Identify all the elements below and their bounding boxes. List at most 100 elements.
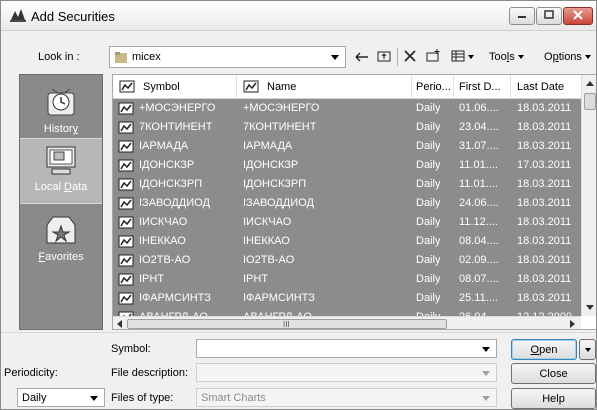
cell-first-date: 23.04.... xyxy=(459,121,499,133)
cell-symbol: IO2TB-AO xyxy=(139,254,191,266)
cell-period: Daily xyxy=(416,197,441,209)
periodicity-select[interactable]: Daily xyxy=(17,388,105,407)
symbol-input[interactable] xyxy=(196,339,497,358)
scroll-up-icon[interactable] xyxy=(586,81,594,86)
column-header-period[interactable]: Perio... xyxy=(412,75,454,99)
table-row[interactable]: IДОНСКЗР IДОНСКЗР Daily 11.01.... 17.03.2011 xyxy=(113,156,581,175)
table-row[interactable]: IИСКЧАО IИСКЧАО Daily 11.12.... 18.03.2011 xyxy=(113,213,581,232)
chart-icon xyxy=(118,101,134,118)
close-window-button[interactable] xyxy=(563,7,593,25)
chart-icon xyxy=(118,291,134,308)
table-row[interactable]: IФАРМСИНТЗ IФАРМСИНТЗ Daily 25.11.... 18.03.… xyxy=(113,289,581,308)
cell-period: Daily xyxy=(416,292,441,304)
back-button[interactable] xyxy=(352,46,372,68)
periodicity-label: Periodicity: xyxy=(4,367,58,379)
file-description-label: File description: xyxy=(111,367,189,379)
table-row[interactable]: IPHT IPHT Daily 08.07.... 18.03.2011 xyxy=(113,270,581,289)
table-row[interactable]: АВАНГРД-АОАВАНГРД-АОDaily26.04....12.12.… xyxy=(113,308,581,316)
cell-period: Daily xyxy=(416,159,441,171)
view-menu-icon xyxy=(451,50,465,65)
column-header-first-date[interactable]: First D... xyxy=(454,75,511,99)
divider xyxy=(1,332,596,333)
table-row[interactable]: IНЕККАО IНЕККАО Daily 08.04.... 18.03.2011 xyxy=(113,232,581,251)
minimize-button[interactable] xyxy=(509,7,535,25)
vertical-scrollbar[interactable] xyxy=(581,75,596,316)
chevron-down-icon xyxy=(584,55,591,60)
title-bar: Add Securities xyxy=(1,1,596,31)
table-row[interactable]: IДОНСКЗРП IДОНСКЗРП Daily 11.01.... 18.03.20… xyxy=(113,175,581,194)
cell-first-date: 11.01.... xyxy=(459,178,498,190)
cell-period: Daily xyxy=(416,273,441,285)
open-options-button[interactable] xyxy=(579,339,596,360)
help-button[interactable]: Help xyxy=(511,388,596,409)
table-row[interactable]: +МОСЭНЕРГО +МОСЭНЕРГО Daily 01.06.... 18.03.… xyxy=(113,99,581,118)
up-folder-button[interactable] xyxy=(374,46,394,68)
folder-icon xyxy=(115,52,127,66)
cell-last-date: 18.03.2011 xyxy=(517,235,572,247)
cell-first-date: 25.11.... xyxy=(459,292,498,304)
cell-last-date: 18.03.2011 xyxy=(517,140,572,152)
cell-first-date: 24.06.... xyxy=(459,197,499,209)
vertical-scroll-thumb[interactable] xyxy=(584,93,596,110)
view-menu-button[interactable] xyxy=(447,46,477,68)
table-row[interactable]: IO2TB-AO IO2TB-AO Daily 02.09.... 18.03.2011 xyxy=(113,251,581,270)
maximize-button[interactable] xyxy=(536,7,562,25)
up-folder-icon xyxy=(377,50,391,65)
place-favorites[interactable]: Favorites xyxy=(20,213,102,263)
cell-name: IPHT xyxy=(243,273,269,285)
cell-last-date: 18.03.2011 xyxy=(517,197,572,209)
column-header-name[interactable]: Name xyxy=(237,75,412,99)
chevron-down-icon xyxy=(517,55,524,60)
files-of-type-label: Files of type: xyxy=(111,392,174,404)
chevron-down-icon xyxy=(482,371,490,376)
table-row[interactable]: 7КОНТИНЕНТ 7КОНТИНЕНТ Daily 23.04.... 18.03.… xyxy=(113,118,581,137)
column-header-symbol[interactable]: Symbol xyxy=(113,75,237,99)
options-menu[interactable]: Options xyxy=(544,51,591,63)
cell-first-date: 02.09.... xyxy=(459,254,499,266)
cell-period: Daily xyxy=(416,254,441,266)
minimize-icon xyxy=(517,10,527,22)
horizontal-scroll-thumb[interactable]: III xyxy=(127,319,447,329)
close-icon xyxy=(573,9,583,23)
name-column-icon xyxy=(243,79,259,96)
cell-name: 7КОНТИНЕНТ xyxy=(243,121,317,133)
column-header-last-date[interactable]: Last Date xyxy=(511,75,581,99)
place-local-data[interactable]: Local Data xyxy=(20,138,102,204)
back-arrow-icon xyxy=(355,50,369,65)
chart-icon xyxy=(118,158,134,175)
cell-first-date: 11.12.... xyxy=(459,216,498,228)
cell-last-date: 18.03.2011 xyxy=(517,292,572,304)
symbol-column-icon xyxy=(119,79,135,96)
cell-symbol: IЗАВОДДИОД xyxy=(139,197,210,209)
cell-name: IНЕККАО xyxy=(243,235,290,247)
tools-menu[interactable]: Tools xyxy=(489,51,524,63)
open-button[interactable]: Open xyxy=(511,339,577,360)
delete-icon xyxy=(404,49,416,65)
scroll-right-icon[interactable] xyxy=(570,320,575,328)
cell-last-date: 18.03.2011 xyxy=(517,273,572,285)
delete-button[interactable] xyxy=(401,46,419,68)
symbol-label: Symbol: xyxy=(111,343,151,355)
cell-last-date: 18.03.2011 xyxy=(517,254,572,266)
cell-symbol: IДОНСКЗРП xyxy=(139,178,203,190)
new-folder-button[interactable] xyxy=(423,46,443,68)
cell-period: Daily xyxy=(416,235,441,247)
chart-icon xyxy=(118,234,134,251)
cell-last-date: 17.03.2011 xyxy=(517,159,572,171)
table-row[interactable]: IЗАВОДДИОД IЗАВОДДИОД Daily 24.06.... 18.03.… xyxy=(113,194,581,213)
list-body: +МОСЭНЕРГО +МОСЭНЕРГО Daily 01.06.... 18.03.… xyxy=(113,99,581,316)
close-button[interactable]: Close xyxy=(511,363,596,384)
horizontal-scrollbar[interactable]: III xyxy=(113,316,581,329)
scroll-left-icon[interactable] xyxy=(117,320,122,328)
cell-symbol: IДОНСКЗР xyxy=(139,159,195,171)
look-in-label: Look in : xyxy=(38,51,80,63)
files-of-type-select: Smart Charts xyxy=(196,388,497,407)
chart-icon xyxy=(118,139,134,156)
cell-last-date: 18.03.2011 xyxy=(517,121,572,133)
place-history[interactable]: History xyxy=(20,85,102,135)
scroll-down-icon[interactable] xyxy=(586,305,594,310)
table-row[interactable]: IАРМАДА IАРМАДА Daily 31.07.... 18.03.2011 xyxy=(113,137,581,156)
securities-list[interactable]: Symbol Name Perio... First D... Last Dat… xyxy=(112,74,596,330)
look-in-combo[interactable]: micex xyxy=(109,46,346,68)
look-in-value: micex xyxy=(132,51,161,63)
